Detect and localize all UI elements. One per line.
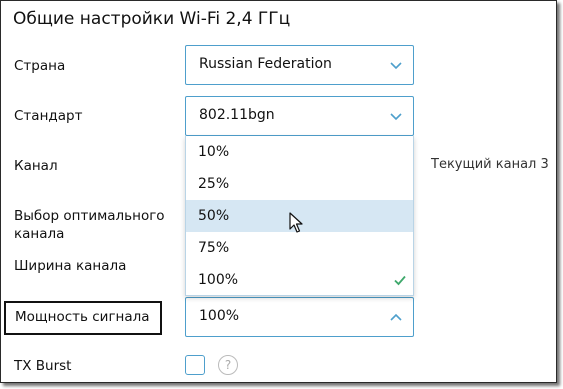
option-label: 50% — [198, 208, 230, 224]
pointer-cursor-icon — [289, 212, 303, 233]
power-option-25[interactable]: 25% — [186, 168, 413, 200]
power-option-100[interactable]: 100% — [186, 264, 413, 296]
channel-width-label: Ширина канала — [14, 258, 127, 274]
tx-burst-label: TX Burst — [14, 358, 72, 374]
chevron-down-icon — [390, 113, 402, 121]
signal-power-label: Мощность сигнала — [4, 301, 162, 335]
current-channel-text: Текущий канал 3 — [431, 157, 549, 172]
help-icon[interactable]: ? — [218, 355, 238, 375]
wifi-settings-panel: Общие настройки Wi-Fi 2,4 ГГц Страна Rus… — [0, 0, 557, 383]
optimal-channel-label: Выбор оптимального канала — [14, 208, 165, 242]
option-label: 10% — [198, 144, 230, 160]
chevron-up-icon — [390, 313, 402, 321]
option-label: 100% — [198, 272, 239, 288]
country-value: Russian Federation — [199, 56, 332, 72]
country-label: Страна — [14, 58, 66, 74]
country-select[interactable]: Russian Federation — [185, 45, 414, 85]
standard-label: Стандарт — [14, 108, 83, 124]
tx-burst-checkbox[interactable] — [185, 355, 205, 375]
option-label: 25% — [198, 176, 230, 192]
power-option-75[interactable]: 75% — [186, 232, 413, 264]
standard-select[interactable]: 802.11bgn — [185, 96, 414, 136]
signal-power-value: 100% — [199, 308, 240, 324]
power-option-10[interactable]: 10% — [186, 136, 413, 168]
option-label: 75% — [198, 240, 230, 256]
chevron-down-icon — [390, 62, 402, 70]
standard-value: 802.11bgn — [199, 107, 275, 123]
signal-power-select[interactable]: 100% — [185, 297, 414, 337]
check-icon — [394, 275, 406, 286]
channel-label: Канал — [14, 158, 58, 174]
page-title: Общие настройки Wi-Fi 2,4 ГГц — [13, 9, 291, 29]
